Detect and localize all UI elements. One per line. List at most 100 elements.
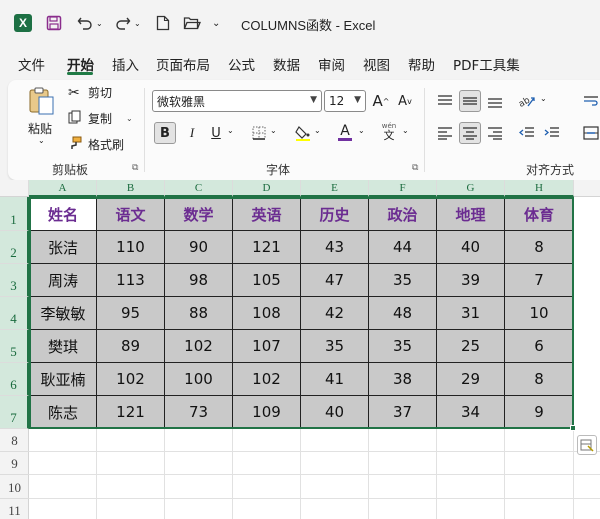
font-name-chevron-icon[interactable]: ▼ bbox=[310, 95, 317, 105]
table-cell[interactable]: 121 bbox=[233, 231, 301, 264]
row-header-6[interactable]: 6 bbox=[0, 363, 29, 396]
table-cell[interactable]: 6 bbox=[505, 330, 574, 363]
phonetic-dropdown-chevron-icon[interactable]: ⌄ bbox=[402, 126, 409, 135]
row-header-2[interactable]: 2 bbox=[0, 231, 29, 264]
tab-formulas[interactable]: 公式 bbox=[228, 54, 255, 74]
table-cell[interactable]: 73 bbox=[165, 396, 233, 429]
orientation-dropdown-chevron-icon[interactable]: ⌄ bbox=[540, 94, 547, 103]
align-top-icon[interactable] bbox=[434, 90, 456, 112]
increase-indent-icon[interactable] bbox=[541, 122, 563, 144]
table-cell[interactable]: 35 bbox=[369, 330, 437, 363]
table-cell[interactable]: 47 bbox=[301, 264, 369, 297]
tab-home[interactable]: 开始 bbox=[67, 54, 94, 74]
select-all-corner[interactable] bbox=[0, 180, 29, 197]
align-right-icon[interactable] bbox=[484, 122, 506, 144]
tab-help[interactable]: 帮助 bbox=[408, 54, 435, 74]
table-cell[interactable]: 7 bbox=[505, 264, 574, 297]
new-file-icon[interactable] bbox=[156, 12, 170, 34]
table-cell[interactable]: 40 bbox=[437, 231, 505, 264]
undo-dropdown-chevron-icon[interactable]: ⌄ bbox=[96, 12, 103, 34]
copy-dropdown-chevron-icon[interactable]: ⌄ bbox=[126, 114, 133, 123]
column-header-b[interactable]: B bbox=[97, 180, 165, 197]
align-center-icon[interactable] bbox=[459, 122, 481, 144]
border-dropdown-chevron-icon[interactable]: ⌄ bbox=[270, 126, 277, 135]
row-header-5[interactable]: 5 bbox=[0, 330, 29, 363]
font-dialog-launcher-icon[interactable]: ⧉ bbox=[412, 163, 418, 173]
redo-icon[interactable] bbox=[115, 12, 131, 34]
increase-font-size-icon[interactable]: A ^ bbox=[370, 90, 392, 112]
column-header-g[interactable]: G bbox=[437, 180, 505, 197]
table-cell[interactable]: 9 bbox=[505, 396, 574, 429]
align-middle-icon[interactable] bbox=[459, 90, 481, 112]
table-cell[interactable]: 8 bbox=[505, 231, 574, 264]
table-cell[interactable]: 35 bbox=[369, 264, 437, 297]
phonetic-guide-icon[interactable]: wén 文 bbox=[378, 120, 400, 142]
table-cell[interactable]: 周涛 bbox=[29, 264, 97, 297]
row-header-3[interactable]: 3 bbox=[0, 264, 29, 297]
table-cell[interactable]: 89 bbox=[97, 330, 165, 363]
cut-button[interactable]: ✂ 剪切 bbox=[68, 84, 112, 101]
format-painter-button[interactable]: 格式刷 bbox=[68, 136, 124, 153]
worksheet[interactable]: ABCDEFGH 1 2 3 4 5 6 7 8 9 10 11 姓名 语文 数学 英语 历史 政治 地理 体育张… bbox=[0, 180, 600, 519]
row-header-8[interactable]: 8 bbox=[0, 429, 29, 452]
fill-handle[interactable] bbox=[570, 425, 576, 431]
fill-color-dropdown-chevron-icon[interactable]: ⌄ bbox=[314, 126, 321, 135]
table-cell[interactable]: 109 bbox=[233, 396, 301, 429]
font-size-chevron-icon[interactable]: ▼ bbox=[354, 95, 361, 105]
table-cell[interactable]: 107 bbox=[233, 330, 301, 363]
table-cell[interactable]: 121 bbox=[97, 396, 165, 429]
table-cell[interactable]: 29 bbox=[437, 363, 505, 396]
underline-button[interactable]: U bbox=[205, 122, 227, 144]
table-cell[interactable]: 39 bbox=[437, 264, 505, 297]
paste-dropdown-chevron-icon[interactable]: ⌄ bbox=[38, 136, 45, 145]
decrease-font-size-icon[interactable]: Av bbox=[394, 90, 416, 112]
table-cell[interactable]: 102 bbox=[233, 363, 301, 396]
table-cell[interactable]: 42 bbox=[301, 297, 369, 330]
table-cell[interactable]: 100 bbox=[165, 363, 233, 396]
save-icon[interactable] bbox=[46, 12, 62, 34]
header-cell[interactable]: 英语 bbox=[233, 197, 301, 231]
font-size-combobox[interactable]: 12 ▼ bbox=[324, 90, 366, 112]
header-cell[interactable]: 语文 bbox=[97, 197, 165, 231]
row-header-10[interactable]: 10 bbox=[0, 475, 29, 499]
table-cell[interactable]: 48 bbox=[369, 297, 437, 330]
paste-icon[interactable] bbox=[28, 86, 56, 116]
header-cell[interactable]: 体育 bbox=[505, 197, 574, 231]
row-header-7[interactable]: 7 bbox=[0, 396, 29, 429]
underline-dropdown-chevron-icon[interactable]: ⌄ bbox=[227, 126, 234, 135]
table-cell[interactable]: 44 bbox=[369, 231, 437, 264]
table-cell[interactable]: 10 bbox=[505, 297, 574, 330]
table-cell[interactable]: 耿亚楠 bbox=[29, 363, 97, 396]
paste-button-label[interactable]: 粘贴 bbox=[28, 120, 52, 137]
header-cell[interactable]: 地理 bbox=[437, 197, 505, 231]
border-icon[interactable] bbox=[248, 122, 270, 144]
table-cell[interactable]: 90 bbox=[165, 231, 233, 264]
table-cell[interactable]: 108 bbox=[233, 297, 301, 330]
align-bottom-icon[interactable] bbox=[484, 90, 506, 112]
tab-view[interactable]: 视图 bbox=[363, 54, 390, 74]
font-name-combobox[interactable]: 微软雅黑 ▼ bbox=[152, 90, 322, 112]
customize-toolbar-icon[interactable]: ⌄ bbox=[212, 12, 220, 34]
wrap-text-icon[interactable] bbox=[580, 90, 600, 112]
column-header-c[interactable]: C bbox=[165, 180, 233, 197]
font-color-icon[interactable]: A bbox=[334, 121, 356, 143]
row-header-1[interactable]: 1 bbox=[0, 197, 29, 231]
table-cell[interactable]: 37 bbox=[369, 396, 437, 429]
open-folder-icon[interactable] bbox=[183, 12, 201, 34]
table-cell[interactable]: 40 bbox=[301, 396, 369, 429]
column-header-h[interactable]: H bbox=[505, 180, 574, 197]
table-cell[interactable]: 105 bbox=[233, 264, 301, 297]
table-cell[interactable]: 102 bbox=[165, 330, 233, 363]
redo-dropdown-chevron-icon[interactable]: ⌄ bbox=[134, 12, 141, 34]
fill-color-icon[interactable] bbox=[292, 122, 314, 144]
table-cell[interactable]: 张洁 bbox=[29, 231, 97, 264]
table-cell[interactable]: 樊琪 bbox=[29, 330, 97, 363]
table-cell[interactable]: 43 bbox=[301, 231, 369, 264]
clipboard-dialog-launcher-icon[interactable]: ⧉ bbox=[132, 163, 138, 173]
font-color-dropdown-chevron-icon[interactable]: ⌄ bbox=[358, 126, 365, 135]
table-cell[interactable]: 31 bbox=[437, 297, 505, 330]
column-header-d[interactable]: D bbox=[233, 180, 301, 197]
table-cell[interactable]: 35 bbox=[301, 330, 369, 363]
table-cell[interactable]: 38 bbox=[369, 363, 437, 396]
table-cell[interactable]: 88 bbox=[165, 297, 233, 330]
